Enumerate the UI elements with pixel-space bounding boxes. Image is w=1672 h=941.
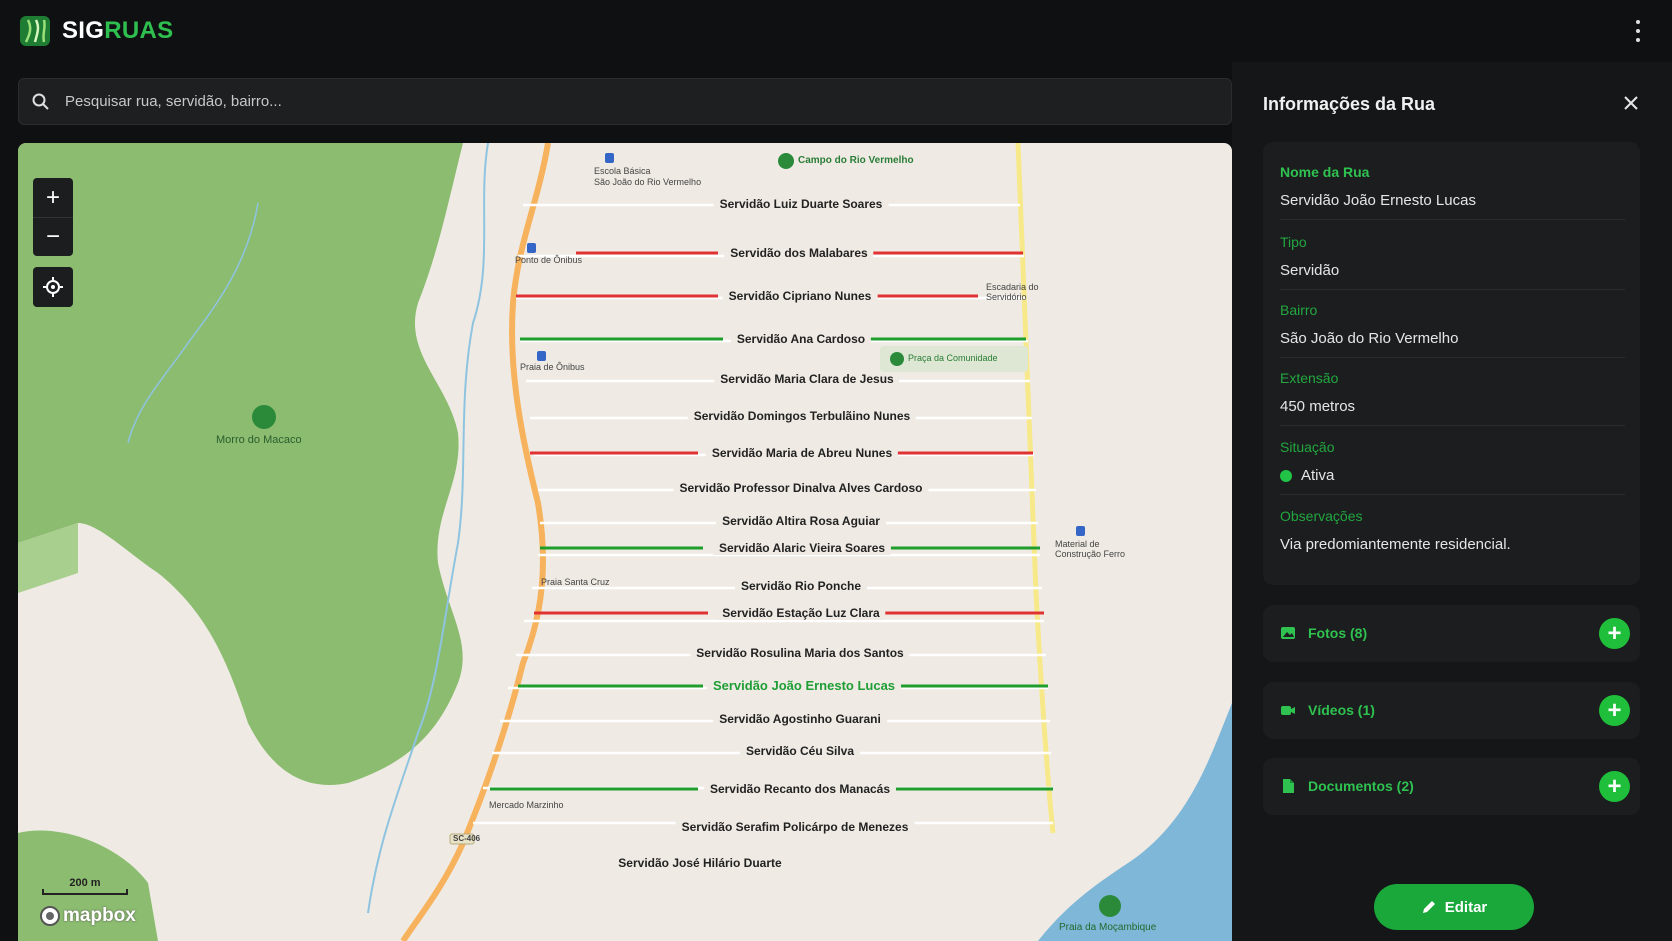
poi-label: Escola Básica bbox=[594, 166, 651, 176]
photos-section[interactable]: Fotos (8) + bbox=[1263, 605, 1640, 662]
poi-label: Praia Santa Cruz bbox=[541, 577, 610, 587]
pencil-icon bbox=[1422, 901, 1435, 913]
zoom-in-button[interactable]: + bbox=[33, 178, 73, 217]
poi-label: Escadaria do bbox=[986, 282, 1039, 292]
street-label[interactable]: Servidão Alaric Vieira Soares bbox=[712, 541, 892, 555]
poi-label: Praia da Moçambique bbox=[1059, 922, 1157, 933]
add-video-button[interactable]: + bbox=[1599, 695, 1630, 726]
street-label[interactable]: Servidão Ana Cardoso bbox=[730, 332, 872, 346]
street-info-panel: Informações da Rua Nome da Rua Servidão … bbox=[1232, 62, 1672, 941]
street-label[interactable]: Servidão Agostinho Guarani bbox=[713, 712, 887, 726]
mapbox-icon bbox=[40, 906, 60, 926]
field-type: Tipo Servidão bbox=[1280, 234, 1625, 290]
zoom-out-button[interactable]: − bbox=[33, 217, 73, 256]
field-status: Situação Ativa bbox=[1280, 439, 1625, 495]
field-length: Extensão 450 metros bbox=[1280, 370, 1625, 426]
top-bar: SIGRUAS bbox=[0, 0, 1672, 62]
street-label[interactable]: Servidão José Hilário Duarte bbox=[612, 856, 788, 870]
street-label[interactable]: Servidão Céu Silva bbox=[739, 744, 861, 758]
edit-button[interactable]: Editar bbox=[1374, 884, 1534, 930]
logo-icon bbox=[20, 16, 50, 46]
more-menu-icon[interactable] bbox=[1630, 20, 1646, 42]
street-details-card: Nome da Rua Servidão João Ernesto Lucas … bbox=[1263, 142, 1640, 585]
street-label[interactable]: Servidão Maria Clara de Jesus bbox=[714, 372, 900, 386]
status-dot-icon bbox=[1280, 469, 1292, 482]
poi-label: Material de bbox=[1055, 539, 1100, 549]
street-label-selected[interactable]: Servidão João Ernesto Lucas bbox=[706, 679, 902, 693]
street-label[interactable]: Servidão Cipriano Nunes bbox=[722, 289, 878, 303]
street-label[interactable]: Servidão Luiz Duarte Soares bbox=[713, 197, 889, 211]
map-view[interactable]: Servidão Luiz Duarte Soares Servidão dos… bbox=[18, 143, 1232, 941]
poi-label: Servidório bbox=[986, 292, 1027, 302]
field-street-name: Nome da Rua Servidão João Ernesto Lucas bbox=[1280, 164, 1625, 220]
poi-label: Campo do Rio Vermelho bbox=[798, 155, 914, 166]
field-notes: Observações Via predomiantemente residen… bbox=[1280, 508, 1511, 553]
street-label[interactable]: Servidão Recanto dos Manacás bbox=[703, 782, 897, 796]
search-input[interactable] bbox=[65, 93, 1165, 110]
documents-section[interactable]: Documentos (2) + bbox=[1263, 758, 1640, 815]
document-icon bbox=[1283, 779, 1294, 793]
add-document-button[interactable]: + bbox=[1599, 771, 1630, 802]
street-label[interactable]: Servidão Maria de Abreu Nunes bbox=[705, 446, 899, 460]
poi-label: Mercado Marzinho bbox=[489, 800, 564, 810]
app-name: SIGRUAS bbox=[62, 17, 174, 44]
search-bar bbox=[18, 78, 1232, 125]
map-scale: 200 m bbox=[42, 877, 128, 895]
mapbox-logo[interactable]: mapbox bbox=[40, 905, 136, 927]
poi-label: Praia de Ônibus bbox=[520, 362, 585, 372]
poi-label: São João do Rio Vermelho bbox=[594, 177, 702, 187]
videos-section[interactable]: Vídeos (1) + bbox=[1263, 682, 1640, 739]
add-photo-button[interactable]: + bbox=[1599, 618, 1630, 649]
street-label[interactable]: Servidão Estação Luz Clara bbox=[716, 606, 886, 620]
close-icon[interactable] bbox=[1620, 92, 1642, 114]
image-icon bbox=[1281, 627, 1295, 639]
poi-label: Praça da Comunidade bbox=[908, 353, 998, 363]
map-base bbox=[18, 143, 1232, 941]
panel-title: Informações da Rua bbox=[1263, 94, 1436, 114]
field-neighborhood: Bairro São João do Rio Vermelho bbox=[1280, 302, 1625, 358]
street-label[interactable]: Servidão Serafim Policárpo de Menezes bbox=[675, 820, 915, 834]
poi-label: Ponto de Ônibus bbox=[515, 255, 583, 265]
road-shield: SC-406 bbox=[453, 834, 481, 843]
search-icon bbox=[32, 93, 49, 110]
street-label[interactable]: Servidão Altira Rosa Aguiar bbox=[716, 514, 886, 528]
poi-label: Morro do Macaco bbox=[216, 434, 302, 446]
video-icon bbox=[1281, 706, 1295, 715]
poi-label: Construção Ferro bbox=[1055, 549, 1126, 559]
street-label[interactable]: Servidão Rio Ponche bbox=[734, 579, 868, 593]
zoom-controls: + − bbox=[33, 178, 73, 256]
crosshair-icon bbox=[43, 277, 63, 297]
street-label[interactable]: Servidão Rosulina Maria dos Santos bbox=[690, 646, 910, 660]
street-label[interactable]: Servidão Professor Dinalva Alves Cardoso bbox=[673, 481, 929, 495]
street-label[interactable]: Servidão Domingos Terbulãino Nunes bbox=[687, 409, 917, 423]
app-logo[interactable]: SIGRUAS bbox=[18, 14, 173, 48]
street-label[interactable]: Servidão dos Malabares bbox=[724, 246, 874, 260]
locate-button[interactable] bbox=[33, 267, 73, 307]
